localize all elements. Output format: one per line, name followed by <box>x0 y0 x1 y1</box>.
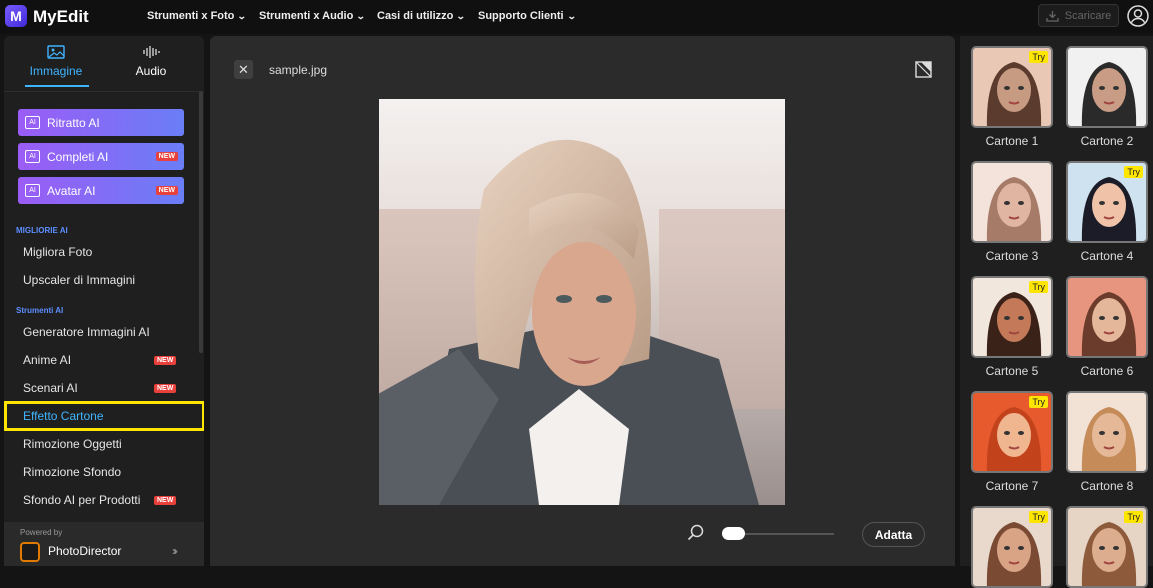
file-name: sample.jpg <box>269 63 328 77</box>
cartoon-style-card[interactable]: Try <box>1066 506 1150 588</box>
style-label: Cartone 5 <box>985 364 1039 378</box>
cartoon-style-card[interactable]: Cartone 8 <box>1066 391 1150 493</box>
style-label: Cartone 1 <box>985 134 1039 148</box>
menu-migliora-foto[interactable]: Migliora Foto <box>23 245 92 259</box>
style-thumbnail[interactable]: Try <box>1066 161 1148 243</box>
top-navigation-bar: M MyEdit Strumenti x Foto ⌄ Strumenti x A… <box>0 0 1153 34</box>
new-badge: NEW <box>154 384 177 393</box>
section-title-migliorie: MIGLIORIE AI <box>16 226 68 235</box>
cartoon-style-card[interactable]: Try Cartone 7 <box>971 391 1055 493</box>
style-label: Cartone 3 <box>985 249 1039 263</box>
style-thumbnail[interactable] <box>971 161 1053 243</box>
ai-sparkle-icon: AI <box>25 150 40 163</box>
left-sidebar: Immagine Audio AI Ritratto AI AI Complet… <box>4 36 204 566</box>
active-tab-indicator <box>25 85 89 87</box>
try-badge: Try <box>1029 396 1048 408</box>
ritratto-ai-button[interactable]: AI Ritratto AI <box>18 109 184 136</box>
style-label: Cartone 6 <box>1080 364 1134 378</box>
try-badge: Try <box>1029 51 1048 63</box>
powered-by-label: Powered by <box>20 528 63 537</box>
editor-canvas: ✕ sample.jpg Adatta <box>210 36 955 566</box>
menu-scenari-ai[interactable]: Scenari AI <box>23 381 78 395</box>
compare-icon[interactable] <box>915 61 932 78</box>
cartoon-style-card[interactable]: Try Cartone 4 <box>1066 161 1150 263</box>
style-label: Cartone 4 <box>1080 249 1134 263</box>
try-badge: Try <box>1029 511 1048 523</box>
cartoon-style-card[interactable]: Try <box>971 506 1055 588</box>
cartoon-style-card[interactable]: Cartone 2 <box>1066 46 1150 148</box>
double-chevron-right-icon[interactable]: ››› <box>172 544 178 558</box>
menu-anime-ai[interactable]: Anime AI <box>23 353 71 367</box>
style-label: Cartone 2 <box>1080 134 1134 148</box>
try-badge: Try <box>1029 281 1048 293</box>
menu-rimozione-oggetti[interactable]: Rimozione Oggetti <box>23 437 122 451</box>
app-name[interactable]: MyEdit <box>33 7 89 27</box>
audio-waveform-icon <box>143 46 160 58</box>
powered-by-footer[interactable]: Powered by PhotoDirector ››› <box>4 522 204 566</box>
zoom-slider-handle[interactable] <box>722 527 745 540</box>
tab-immagine[interactable]: Immagine <box>11 45 101 78</box>
close-icon[interactable]: ✕ <box>234 60 253 79</box>
style-thumbnail[interactable]: Try <box>971 46 1053 128</box>
nav-strumenti-foto[interactable]: Strumenti x Foto ⌄ <box>147 10 248 22</box>
menu-sfondo-prodotti[interactable]: Sfondo AI per Prodotti <box>23 493 140 507</box>
image-icon <box>47 45 65 59</box>
photodirector-logo-icon <box>20 542 40 562</box>
cartoon-style-card[interactable]: Cartone 6 <box>1066 276 1150 378</box>
style-label: Cartone 8 <box>1080 479 1134 493</box>
menu-upscaler[interactable]: Upscaler di Immagini <box>23 273 135 287</box>
style-thumbnail[interactable] <box>1066 276 1148 358</box>
completi-ai-button[interactable]: AI Completi AI NEW <box>18 143 184 170</box>
download-button[interactable]: Scaricare <box>1038 4 1119 27</box>
nav-supporto-clienti[interactable]: Supporto Clienti ⌄ <box>478 10 577 22</box>
chevron-down-icon: ⌄ <box>356 11 367 21</box>
cartoon-styles-panel: Try Cartone 1 Cartone 2 Cartone 3 Try Cartone… <box>960 36 1153 588</box>
chevron-down-icon: ⌄ <box>237 11 248 21</box>
menu-effetto-cartone[interactable]: Effetto Cartone <box>23 409 104 423</box>
try-badge: Try <box>1124 511 1143 523</box>
cartoon-style-card[interactable]: Try Cartone 1 <box>971 46 1055 148</box>
tab-audio[interactable]: Audio <box>106 45 196 78</box>
nav-casi-utilizzo[interactable]: Casi di utilizzo ⌄ <box>377 10 467 22</box>
new-badge: NEW <box>155 186 178 195</box>
style-thumbnail[interactable] <box>1066 391 1148 473</box>
menu-rimozione-sfondo[interactable]: Rimozione Sfondo <box>23 465 121 479</box>
chevron-down-icon: ⌄ <box>456 11 467 21</box>
divider <box>4 91 204 92</box>
style-thumbnail[interactable] <box>1066 46 1148 128</box>
cartoon-style-card[interactable]: Try Cartone 5 <box>971 276 1055 378</box>
media-tabs: Immagine Audio <box>4 36 204 91</box>
menu-generatore-immagini[interactable]: Generatore Immagini AI <box>23 325 150 339</box>
style-thumbnail[interactable]: Try <box>971 506 1053 588</box>
avatar-ai-button[interactable]: AI Avatar AI NEW <box>18 177 184 204</box>
uploaded-photo <box>379 99 785 505</box>
style-thumbnail[interactable]: Try <box>971 276 1053 358</box>
chevron-down-icon: ⌄ <box>566 11 577 21</box>
new-badge: NEW <box>154 356 177 365</box>
zoom-search-icon[interactable] <box>687 524 705 542</box>
new-badge: NEW <box>155 152 178 161</box>
nav-strumenti-audio[interactable]: Strumenti x Audio ⌄ <box>259 10 367 22</box>
sidebar-scrollbar[interactable] <box>199 91 203 353</box>
style-thumbnail[interactable]: Try <box>1066 506 1148 588</box>
user-account-icon[interactable] <box>1127 5 1149 27</box>
download-icon <box>1046 10 1059 22</box>
style-thumbnail[interactable]: Try <box>971 391 1053 473</box>
fit-button[interactable]: Adatta <box>862 522 925 547</box>
ai-sparkle-icon: AI <box>25 184 40 197</box>
photodirector-name: PhotoDirector <box>48 544 122 558</box>
ai-sparkle-icon: AI <box>25 116 40 129</box>
cartoon-style-card[interactable]: Cartone 3 <box>971 161 1055 263</box>
new-badge: NEW <box>154 496 177 505</box>
section-title-strumenti: Strumenti AI <box>16 306 64 315</box>
myedit-logo-icon[interactable]: M <box>5 5 27 27</box>
try-badge: Try <box>1124 166 1143 178</box>
style-label: Cartone 7 <box>985 479 1039 493</box>
